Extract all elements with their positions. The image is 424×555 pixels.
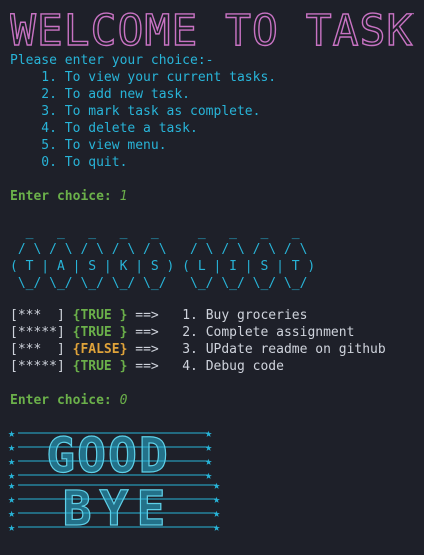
menu-item-mark-complete: 3. To mark task as complete. [10,104,261,119]
svg-text:★: ★ [8,478,15,492]
task-status-badge: {FALSE} [72,342,128,357]
prompt-value: 0 [119,393,128,408]
menu-item-quit: 0. To quit. [10,155,128,170]
banner-title: WELCOME TO TASKY [10,6,414,52]
task-status-badge: {TRUE } [72,325,128,340]
menu-item-delete-task: 4. To delete a task. [10,121,198,136]
svg-text:★: ★ [213,506,220,520]
svg-text:★: ★ [213,520,220,534]
svg-text:★: ★ [205,468,212,482]
prompt-label: Enter choice: [10,189,112,204]
terminal-window: WELCOME TO TASKY Please enter your choic… [0,0,424,555]
task-row: [*****] {TRUE } ==> 4. Debug code [10,358,284,375]
ascii-art-line: / \ / \ / \ / \ / \ / \ / \ / \ / \ [10,242,308,257]
enter-choice-prompt: Enter choice: 1 [10,188,127,205]
task-progress: [*** ] [10,308,65,323]
svg-text:★: ★ [205,454,212,468]
svg-text:★: ★ [213,492,220,506]
ascii-art-line: _ _ _ _ _ _ _ _ _ [10,225,300,240]
task-status-badge: {TRUE } [72,308,128,323]
menu-item-view-tasks: 1. To view your current tasks. [10,70,277,85]
task-arrow: ==> [127,308,159,323]
bye-art-text: BYE [63,481,174,537]
svg-text:★: ★ [8,454,15,468]
task-text: 2. Complete assignment [158,325,355,340]
task-progress: [*** ] [10,342,65,357]
enter-choice-prompt: Enter choice: 0 [10,392,127,409]
svg-text:★: ★ [8,492,15,506]
ascii-art-line: \_/ \_/ \_/ \_/ \_/ \_/ \_/ \_/ \_/ [10,276,308,291]
good-art-block: ★ ★ ★ ★ ★ ★ ★ ★ GOOD [8,426,212,485]
svg-text:★: ★ [8,520,15,534]
svg-text:★: ★ [8,506,15,520]
good-art-text: GOOD [46,428,170,484]
task-text: 4. Debug code [158,359,284,374]
task-arrow: ==> [127,325,159,340]
menu-item-add-task: 2. To add new task. [10,87,191,102]
task-row: [*** ] {FALSE} ==> 3. UPdate readme on g… [10,341,386,358]
good-bye-ascii-art: ★ ★ ★ ★ ★ ★ ★ ★ GOOD ★ ★ ★ ★ ★ ★ ★ ★ BYE [8,426,220,538]
prompt-value: 1 [119,189,128,204]
task-arrow: ==> [127,342,159,357]
task-status-badge: {TRUE } [72,359,128,374]
task-row: [*** ] {TRUE } ==> 1. Buy groceries [10,307,307,324]
menu-heading: Please enter your choice:- [10,53,214,68]
task-row: [*****] {TRUE } ==> 2. Complete assignme… [10,324,354,341]
task-progress: [*****] [10,359,65,374]
task-text: 3. UPdate readme on github [158,342,386,357]
task-text: 1. Buy groceries [158,308,308,323]
task-arrow: ==> [127,359,159,374]
menu-item-view-menu: 5. To view menu. [10,138,167,153]
ascii-art-line: ( T | A | S | K | S ) ( L | I | S | T ) [10,259,316,274]
welcome-banner: WELCOME TO TASKY [10,5,414,52]
svg-text:★: ★ [8,426,15,440]
prompt-label: Enter choice: [10,393,112,408]
task-progress: [*****] [10,325,65,340]
svg-text:★: ★ [205,440,212,454]
tasks-list-ascii-art: _ _ _ _ _ _ _ _ _ / \ / \ / \ / \ / \ / … [10,224,315,292]
svg-text:★: ★ [213,478,220,492]
svg-text:★: ★ [8,440,15,454]
bye-art-block: ★ ★ ★ ★ ★ ★ ★ ★ BYE [8,478,220,538]
svg-text:★: ★ [205,426,212,440]
